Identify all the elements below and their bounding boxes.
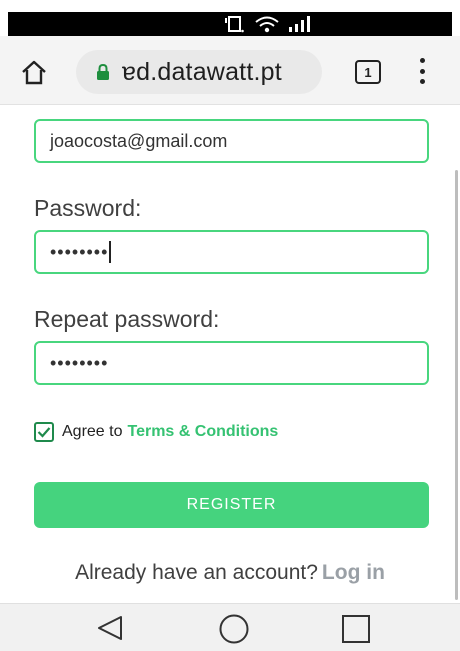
login-link[interactable]: Log in <box>322 561 385 584</box>
signal-icon <box>289 16 310 32</box>
system-nav-bar <box>0 603 460 651</box>
password-field[interactable]: •••••••• <box>34 230 429 274</box>
status-bar-background <box>8 12 452 36</box>
lock-icon <box>97 63 109 80</box>
email-field[interactable]: joaocosta@gmail.com <box>34 119 429 163</box>
page-content: joaocosta@gmail.com Password: •••••••• R… <box>0 105 460 603</box>
menu-dot <box>419 79 425 84</box>
password-value: •••••••• <box>50 241 109 262</box>
register-button[interactable]: REGISTER <box>34 482 429 528</box>
password-label: Password: <box>34 195 142 221</box>
status-bar <box>0 0 460 36</box>
menu-dot <box>419 58 425 63</box>
status-icons <box>224 14 312 34</box>
email-value: joaocosta@gmail.com <box>50 130 228 151</box>
scrollbar[interactable] <box>455 170 458 600</box>
browser-toolbar: ɐd.datawatt.pt 1 <box>0 36 460 105</box>
already-account-text: Already have an account? <box>75 561 318 584</box>
agree-label: Agree to <box>62 423 123 440</box>
vibrate-icon <box>225 16 244 33</box>
url-bar[interactable]: ɐd.datawatt.pt <box>76 50 322 94</box>
back-icon[interactable] <box>95 613 125 643</box>
agree-checkbox[interactable] <box>34 422 54 442</box>
agree-row: Agree to Terms & Conditions <box>34 422 278 442</box>
home-circle-icon[interactable] <box>218 613 250 645</box>
login-row: Already have an account? Log in <box>0 561 460 585</box>
home-icon[interactable] <box>20 58 48 86</box>
repeat-password-value: •••••••• <box>50 352 109 373</box>
terms-link[interactable]: Terms & Conditions <box>127 423 278 441</box>
recents-icon[interactable] <box>341 614 371 644</box>
tabs-icon[interactable]: 1 <box>355 60 381 84</box>
url-text: ɐd.datawatt.pt <box>122 57 282 86</box>
repeat-password-label: Repeat password: <box>34 306 220 332</box>
menu-dot <box>419 68 425 74</box>
menu-icon[interactable] <box>416 58 428 84</box>
text-caret <box>109 241 112 263</box>
checkmark-icon <box>37 427 51 438</box>
tab-count: 1 <box>364 64 372 80</box>
repeat-password-field[interactable]: •••••••• <box>34 341 429 385</box>
wifi-icon <box>255 16 279 33</box>
